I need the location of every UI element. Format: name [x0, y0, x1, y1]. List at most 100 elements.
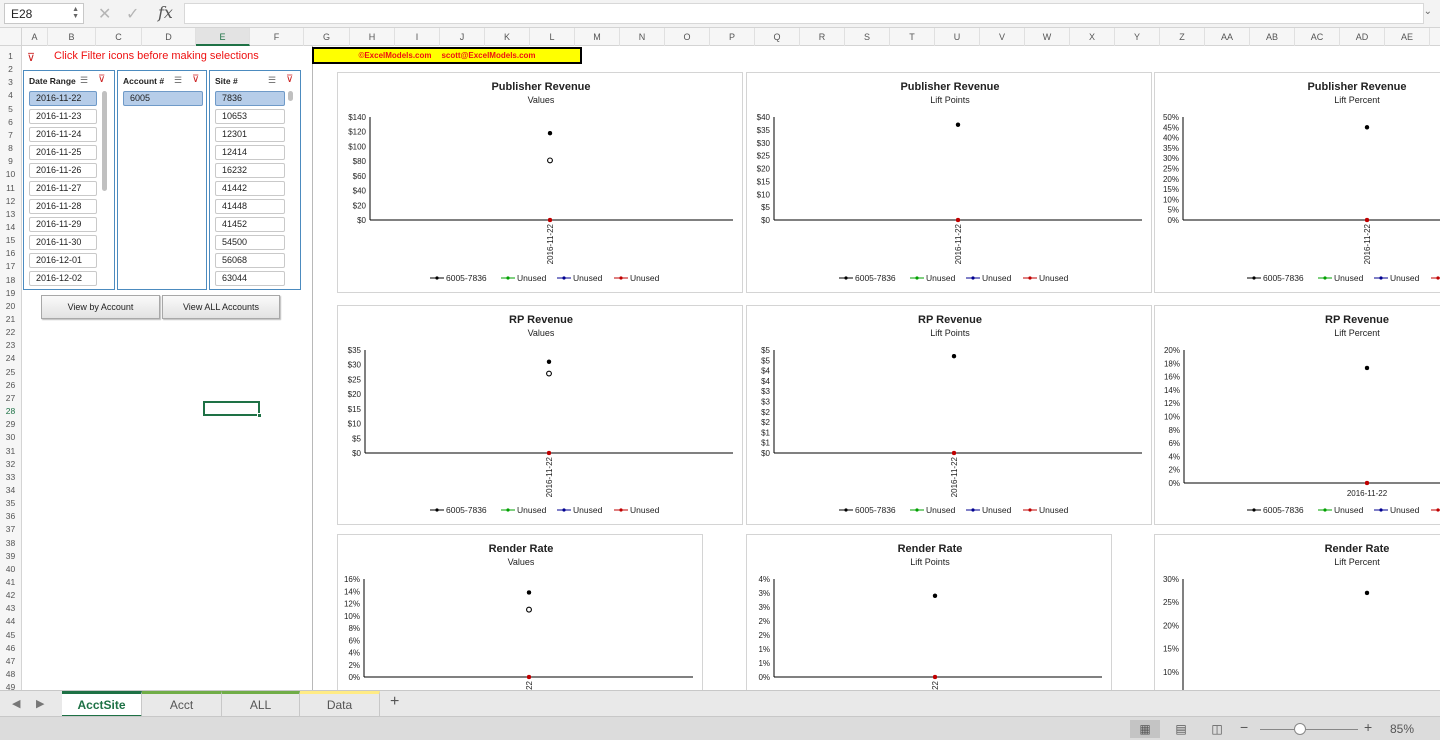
page-break-view-icon[interactable]: ◫	[1202, 720, 1232, 738]
slicer-item[interactable]: 2016-11-22	[29, 91, 97, 106]
column-header-Q[interactable]: Q	[755, 28, 800, 46]
row-header-27[interactable]: 27	[0, 393, 21, 403]
row-header-10[interactable]: 10	[0, 169, 21, 179]
row-header-6[interactable]: 6	[0, 117, 21, 127]
column-header-AA[interactable]: AA	[1205, 28, 1250, 46]
row-header-22[interactable]: 22	[0, 327, 21, 337]
row-header-40[interactable]: 40	[0, 564, 21, 574]
chart-rp-revenue-lift-percent[interactable]: RP Revenue Lift Percent 20% 18% 16% 14% 12% 10%…	[1154, 305, 1440, 525]
data-point-unused[interactable]	[546, 450, 552, 456]
data-point-6005-7836[interactable]	[1364, 590, 1370, 596]
chart-publisher-revenue-lift-percent[interactable]: Publisher Revenue Lift Percent 50% 45% 40% 35…	[1154, 72, 1440, 293]
slicer-item[interactable]: 2016-11-30	[29, 235, 97, 250]
fill-handle[interactable]	[257, 413, 262, 418]
data-point-secondary[interactable]	[526, 606, 532, 613]
normal-view-icon[interactable]: ▦	[1130, 720, 1160, 738]
row-header-2[interactable]: 2	[0, 64, 21, 74]
row-header-3[interactable]: 3	[0, 77, 21, 87]
sheet-tab-acct[interactable]: Acct	[142, 691, 222, 717]
cancel-icon[interactable]: ✕	[98, 4, 111, 24]
row-header-48[interactable]: 48	[0, 669, 21, 679]
data-point-6005-7836[interactable]	[951, 353, 957, 359]
data-point-6005-7836[interactable]	[932, 593, 938, 599]
column-header-N[interactable]: N	[620, 28, 665, 46]
chart-publisher-revenue-values[interactable]: Publisher Revenue Values $140 $120 $100 $80 $6…	[337, 72, 743, 293]
row-header-25[interactable]: 25	[0, 367, 21, 377]
enter-icon[interactable]: ✓	[126, 4, 139, 24]
slicer-item[interactable]: 7836	[215, 91, 285, 106]
column-header-I[interactable]: I	[395, 28, 440, 46]
slicer-item[interactable]: 12301	[215, 127, 285, 142]
sheet-tab-all[interactable]: ALL	[222, 691, 300, 717]
chart-rp-revenue-lift-points[interactable]: RP Revenue Lift Points $5 $5 $4 $4 $3 $3 $2 $2 $1 $…	[746, 305, 1152, 525]
column-header-K[interactable]: K	[485, 28, 530, 46]
column-header-M[interactable]: M	[575, 28, 620, 46]
row-header-32[interactable]: 32	[0, 459, 21, 469]
page-layout-view-icon[interactable]: ▤	[1166, 720, 1196, 738]
column-header-C[interactable]: C	[96, 28, 142, 46]
data-point-unused[interactable]	[951, 450, 957, 456]
slicer-item[interactable]: 2016-11-28	[29, 199, 97, 214]
row-header-39[interactable]: 39	[0, 551, 21, 561]
clear-filter-icon[interactable]: ⊽	[286, 74, 293, 85]
column-header-R[interactable]: R	[800, 28, 845, 46]
row-header-42[interactable]: 42	[0, 590, 21, 600]
row-header-46[interactable]: 46	[0, 643, 21, 653]
data-point-6005-7836[interactable]	[546, 359, 552, 365]
row-header-26[interactable]: 26	[0, 380, 21, 390]
column-header-F[interactable]: F	[250, 28, 304, 46]
data-point-unused[interactable]	[526, 674, 532, 680]
sheet-tab-data[interactable]: Data	[300, 691, 380, 717]
clear-filter-icon[interactable]: ⊽	[192, 74, 199, 85]
data-point-unused[interactable]	[1364, 217, 1370, 223]
multi-select-icon[interactable]: ☰	[268, 75, 276, 86]
column-header-E[interactable]: E	[196, 28, 250, 46]
select-all-corner[interactable]	[0, 28, 22, 46]
row-header-28[interactable]: 28	[0, 406, 21, 416]
slicer-item[interactable]: 6005	[123, 91, 203, 106]
column-header-AC[interactable]: AC	[1295, 28, 1340, 46]
row-header-7[interactable]: 7	[0, 130, 21, 140]
column-header-G[interactable]: G	[304, 28, 350, 46]
row-header-9[interactable]: 9	[0, 156, 21, 166]
slicer-item[interactable]: 2016-12-02	[29, 271, 97, 286]
slicer-scrollbar[interactable]	[102, 91, 107, 191]
chart-rp-revenue-values[interactable]: RP Revenue Values $35 $30 $25 $20 $15 $10 $5 $0 20…	[337, 305, 743, 525]
row-header-37[interactable]: 37	[0, 524, 21, 534]
column-header-AB[interactable]: AB	[1250, 28, 1295, 46]
active-cell-e28[interactable]	[203, 401, 262, 418]
slicer-item[interactable]: 41448	[215, 199, 285, 214]
data-point-6005-7836[interactable]	[547, 130, 553, 136]
slicer-item[interactable]: 2016-11-23	[29, 109, 97, 124]
slicer-item[interactable]: 16232	[215, 163, 285, 178]
slicer-item[interactable]: 2016-12-01	[29, 253, 97, 268]
row-header-18[interactable]: 18	[0, 275, 21, 285]
slicer-item[interactable]: 2016-11-27	[29, 181, 97, 196]
data-point-secondary[interactable]	[546, 370, 552, 377]
row-header-8[interactable]: 8	[0, 143, 21, 153]
multi-select-icon[interactable]: ☰	[174, 75, 182, 86]
slicer-item[interactable]: 41442	[215, 181, 285, 196]
column-header-U[interactable]: U	[935, 28, 980, 46]
column-header-T[interactable]: T	[890, 28, 935, 46]
row-header-33[interactable]: 33	[0, 472, 21, 482]
slicer-item[interactable]: 2016-11-26	[29, 163, 97, 178]
row-header-14[interactable]: 14	[0, 222, 21, 232]
column-header-AE[interactable]: AE	[1385, 28, 1430, 46]
slicer-item[interactable]: 54500	[215, 235, 285, 250]
column-header-Y[interactable]: Y	[1115, 28, 1160, 46]
slicer-item[interactable]: 10653	[215, 109, 285, 124]
data-point-6005-7836[interactable]	[1364, 365, 1370, 371]
row-header-47[interactable]: 47	[0, 656, 21, 666]
view-all-accounts-button[interactable]: View ALL Accounts	[162, 295, 280, 319]
slicer-scrollbar[interactable]	[288, 91, 293, 101]
name-box[interactable]: E28 ▲ ▼	[4, 3, 84, 24]
data-point-6005-7836[interactable]	[1364, 125, 1370, 130]
formula-input[interactable]	[184, 3, 1424, 24]
chart-render-rate-values[interactable]: Render Rate Values 16% 14% 12% 10% 8% 6% 4% 2% 0% 2…	[337, 534, 703, 694]
data-point-unused[interactable]	[932, 674, 938, 680]
data-point-unused[interactable]	[1364, 480, 1370, 486]
row-header-31[interactable]: 31	[0, 446, 21, 456]
row-header-35[interactable]: 35	[0, 498, 21, 508]
insert-function-icon[interactable]: fx	[158, 3, 173, 22]
